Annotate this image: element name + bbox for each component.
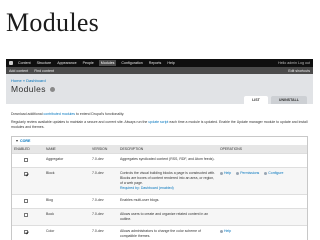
toolbar-item-configuration[interactable]: Configuration — [120, 61, 143, 65]
column-header-name: NAME — [44, 145, 90, 154]
required-by-text: Required by: Dashboard (enabled) — [120, 186, 174, 190]
breadcrumb[interactable]: Home » Dashboard — [11, 78, 46, 83]
module-version: 7.0-dev — [90, 194, 118, 209]
enable-checkbox[interactable] — [24, 199, 28, 203]
help-text-updates: Regularly review available updates to ma… — [11, 120, 308, 129]
page-title: Modules — [11, 84, 55, 94]
gear-icon[interactable] — [49, 87, 55, 93]
core-fieldset: CORE ENABLED NAME VERSION DESCRIPTION OP… — [11, 136, 308, 240]
column-header-operations: OPERATIONS — [218, 145, 307, 154]
module-version: 7.0-dev — [90, 208, 118, 226]
page-title-text: Modules — [11, 84, 46, 94]
enable-checkbox[interactable] — [24, 158, 28, 162]
toolbar-item-content[interactable]: Content — [17, 61, 32, 65]
primary-tabs: LIST UNINSTALL — [244, 96, 307, 104]
edit-shortcuts-link[interactable]: Edit shortcuts — [288, 69, 310, 73]
table-row: Color 7.0-dev Allows administrators to c… — [12, 225, 307, 240]
toolbar-item-reports[interactable]: Reports — [148, 61, 163, 65]
collapse-triangle-icon — [16, 140, 18, 143]
module-description: Enables multi-user blogs. — [118, 194, 218, 209]
module-description: Controls the visual building blocks a pa… — [120, 171, 216, 185]
toolbar-item-modules[interactable]: Modules — [98, 60, 117, 66]
modules-table: ENABLED NAME VERSION DESCRIPTION OPERATI… — [12, 145, 307, 240]
module-description: Allows administrators to change the colo… — [118, 225, 218, 240]
toolbar-item-people[interactable]: People — [82, 61, 95, 65]
module-name: Book — [44, 208, 90, 226]
module-name: Color — [44, 225, 90, 240]
module-description: Allows users to create and organize rela… — [118, 208, 218, 226]
tab-uninstall[interactable]: UNINSTALL — [270, 96, 307, 104]
drupal-admin-screenshot: Content Structure Appearance People Modu… — [6, 59, 313, 240]
enable-checkbox[interactable] — [24, 230, 28, 234]
update-script-link[interactable]: update script — [148, 120, 168, 124]
toolbar-item-appearance[interactable]: Appearance — [56, 61, 77, 65]
help-link[interactable]: Help — [220, 171, 231, 175]
module-name: Aggregator — [44, 153, 90, 168]
table-row: Book 7.0-dev Allows users to create and … — [12, 208, 307, 226]
home-icon[interactable] — [9, 61, 13, 65]
toolbar-item-help[interactable]: Help — [166, 61, 175, 65]
admin-toolbar: Content Structure Appearance People Modu… — [6, 59, 313, 67]
module-name: Blog — [44, 194, 90, 209]
enable-checkbox[interactable] — [24, 213, 28, 217]
contributed-modules-link[interactable]: contributed modules — [44, 112, 76, 116]
module-name: Block — [44, 167, 90, 195]
help-link[interactable]: Help — [220, 229, 231, 233]
module-description: Aggregates syndicated content (RSS, RDF,… — [118, 153, 218, 168]
toolbar-item-structure[interactable]: Structure — [36, 61, 53, 65]
shortcut-bar: Add content Find content Edit shortcuts — [6, 67, 313, 74]
user-links[interactable]: Hello admin Log out — [278, 61, 310, 65]
module-version: 7.0-dev — [90, 225, 118, 240]
module-version: 7.0-dev — [90, 153, 118, 168]
shortcut-add-content[interactable]: Add content — [9, 69, 28, 73]
table-header-row: ENABLED NAME VERSION DESCRIPTION OPERATI… — [12, 145, 307, 154]
fieldset-legend[interactable]: CORE — [12, 137, 307, 145]
permissions-link[interactable]: Permissions — [236, 171, 259, 175]
table-row: Aggregator 7.0-dev Aggregates syndicated… — [12, 153, 307, 168]
column-header-version: VERSION — [90, 145, 118, 154]
page-header: Home » Dashboard Modules LIST UNINSTALL — [6, 74, 313, 104]
shortcut-find-content[interactable]: Find content — [34, 69, 54, 73]
tab-list[interactable]: LIST — [244, 96, 268, 104]
table-row: Blog 7.0-dev Enables multi-user blogs. — [12, 194, 307, 209]
module-version: 7.0-dev — [90, 167, 118, 195]
help-text: Download additional contributed modules … — [11, 112, 125, 116]
main-content: Download additional contributed modules … — [6, 112, 313, 240]
enable-checkbox[interactable] — [24, 172, 28, 176]
column-header-description: DESCRIPTION — [118, 145, 218, 154]
configure-link[interactable]: Configure — [264, 171, 283, 175]
column-header-enabled: ENABLED — [12, 145, 44, 154]
slide-title: Modules — [6, 8, 100, 37]
table-row: Block 7.0-dev Controls the visual buildi… — [12, 167, 307, 195]
